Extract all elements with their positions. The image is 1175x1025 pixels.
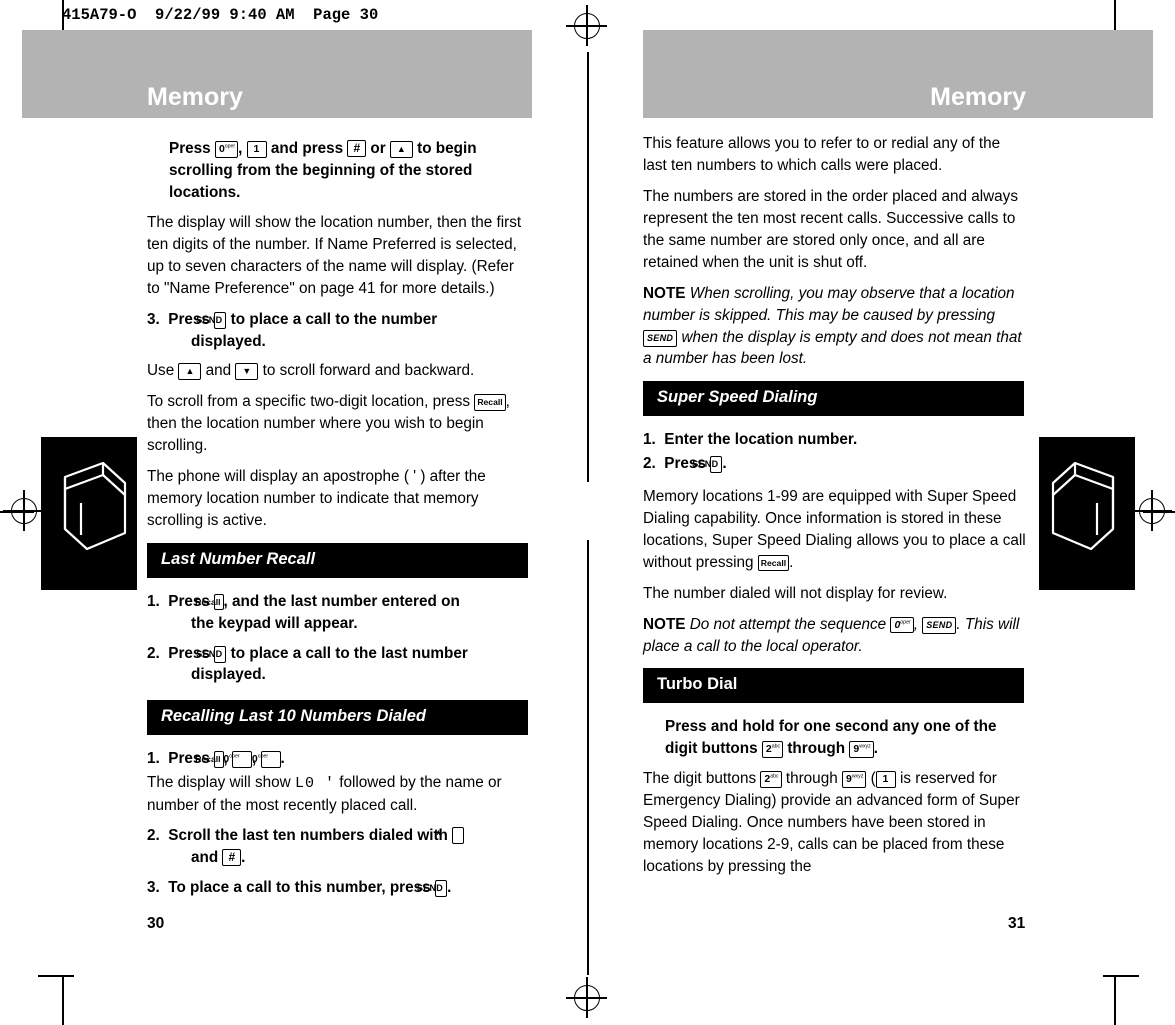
left-page-banner: Memory bbox=[22, 30, 532, 118]
key-down-arrow[interactable]: ▼ bbox=[235, 363, 259, 381]
key-send[interactable]: SEND bbox=[196, 311, 227, 329]
key-send[interactable]: SEND bbox=[922, 616, 957, 634]
right-page-title: Memory bbox=[930, 83, 1026, 111]
paragraph-scroll-specific-location: To scroll from a specific two-digit loca… bbox=[147, 393, 510, 455]
step-1-label: Enter the location number. bbox=[664, 431, 858, 449]
registration-mark-bottom bbox=[566, 977, 607, 1018]
paragraph-scroll-forward-backward: Use ▲ and ▼ to scroll forward and backwa… bbox=[147, 362, 475, 381]
section-recalling-last-10: Recalling Last 10 Numbers Dialed bbox=[147, 700, 528, 736]
section-turbo-dial: Turbo Dial bbox=[643, 668, 1024, 704]
note-label: NOTE bbox=[643, 615, 686, 633]
key-send[interactable]: SEND bbox=[643, 329, 678, 347]
crop-mark-left-bottom-horizontal bbox=[38, 975, 74, 977]
key-send[interactable]: SEND bbox=[417, 880, 448, 898]
note-scrolling-skipped: NOTE When scrolling, you may observe tha… bbox=[643, 283, 1027, 371]
registration-mark-right bbox=[1131, 490, 1172, 531]
key-up-arrow[interactable]: ▲ bbox=[389, 141, 413, 158]
step-1-recall-last-10: 1. Press Recall, 0oper, 0oper. bbox=[147, 750, 285, 768]
step-3-place-call-this-number: 3. To place a call to this number, press… bbox=[147, 879, 452, 898]
paragraph-apostrophe-indicator: The phone will display an apostrophe ( '… bbox=[147, 468, 486, 530]
folder-icon bbox=[63, 461, 127, 551]
key-recall[interactable]: Recall bbox=[757, 554, 790, 572]
paragraph-turbo-dial-detail: The digit buttons 2abc through 9wxyz (1 … bbox=[643, 770, 1020, 875]
key-star[interactable]: * bbox=[436, 827, 465, 845]
left-page-number: 30 bbox=[147, 915, 165, 932]
step-2-press-send: 2. Press SEND. bbox=[643, 454, 727, 473]
left-page-body: Press 0oper, 1 and press # or ▲ to begin… bbox=[147, 138, 531, 907]
key-1[interactable]: 1 bbox=[246, 141, 267, 158]
paragraph-memory-locations: Memory locations 1-99 are equipped with … bbox=[643, 487, 1026, 572]
key-recall[interactable]: Recall bbox=[474, 394, 506, 411]
left-tab-thumb bbox=[41, 437, 137, 590]
right-page-banner: Memory bbox=[643, 30, 1153, 118]
key-0[interactable]: 0oper bbox=[890, 616, 914, 634]
lcd-last-dialed: L0 ' bbox=[294, 775, 335, 793]
key-recall[interactable]: Recall bbox=[195, 593, 224, 611]
note-text: Do not attempt the sequence 0oper, SEND.… bbox=[643, 615, 1020, 655]
paragraph-feature-redial: This feature allows you to refer to or r… bbox=[643, 135, 1001, 174]
registration-mark-left bbox=[3, 490, 44, 531]
step-2-last-number-recall: 2. Press SEND to place a call to the las… bbox=[147, 644, 468, 684]
key-0[interactable]: 0oper bbox=[214, 141, 239, 158]
key-9[interactable]: 9wxyz bbox=[849, 741, 874, 758]
right-tab-thumb bbox=[1039, 437, 1135, 590]
right-page-number: 31 bbox=[1008, 915, 1026, 932]
folder-icon bbox=[1051, 461, 1115, 551]
crop-mark-right-bottom-horizontal bbox=[1103, 975, 1139, 977]
key-send[interactable]: SEND bbox=[196, 645, 227, 663]
key-recall[interactable]: Recall bbox=[195, 751, 224, 768]
crop-mark-bottom-left-vertical bbox=[62, 975, 64, 1025]
right-page-body: This feature allows you to refer to or r… bbox=[643, 133, 1027, 887]
note-text: When scrolling, you may observe that a l… bbox=[643, 284, 1022, 368]
crop-mark-bottom-right-vertical bbox=[1114, 975, 1116, 1025]
note-operator-sequence: NOTE Do not attempt the sequence 0oper, … bbox=[643, 614, 1027, 658]
key-hash[interactable]: # bbox=[347, 140, 367, 157]
paragraph-no-display-review: The number dialed will not display for r… bbox=[643, 584, 948, 602]
print-slug: 415A79-O 9/22/99 9:40 AM Page 30 bbox=[62, 6, 379, 24]
key-up-arrow[interactable]: ▲ bbox=[178, 363, 202, 381]
paragraph-display-last-dialed: The display will show L0 ' followed by t… bbox=[147, 774, 502, 814]
left-page-title: Memory bbox=[147, 83, 243, 111]
step-1-enter-location: 1. Enter the location number. bbox=[643, 431, 858, 449]
key-1[interactable]: 1 bbox=[875, 771, 896, 788]
step-3-place-call: 3. Press SEND to place a call to the num… bbox=[147, 310, 438, 350]
key-2[interactable]: 2abc bbox=[761, 741, 784, 758]
note-label: NOTE bbox=[643, 284, 686, 302]
step-2-scroll-last-ten: 2. Scroll the last ten numbers dialed wi… bbox=[147, 825, 531, 869]
key-0[interactable]: 0oper bbox=[252, 751, 281, 768]
center-fold-line bbox=[587, 52, 589, 482]
center-fold-line-lower bbox=[587, 540, 589, 975]
key-0[interactable]: 0oper bbox=[223, 751, 253, 768]
instruction-press-and-hold: Press and hold for one second any one of… bbox=[665, 718, 997, 758]
key-hash[interactable]: # bbox=[222, 849, 242, 867]
section-super-speed-dialing: Super Speed Dialing bbox=[643, 381, 1024, 417]
step-1-last-number-recall: 1. Press Recall, and the last number ent… bbox=[147, 592, 460, 632]
instruction-scroll-from-beginning: Press 0oper, 1 and press # or ▲ to begin… bbox=[169, 140, 477, 201]
registration-mark-top bbox=[566, 5, 607, 46]
key-9[interactable]: 9wxyz bbox=[841, 771, 867, 788]
key-2[interactable]: 2abc bbox=[760, 771, 782, 788]
paragraph-display-location: The display will show the location numbe… bbox=[147, 213, 522, 297]
key-send[interactable]: SEND bbox=[692, 455, 723, 473]
paragraph-numbers-stored-order: The numbers are stored in the order plac… bbox=[643, 187, 1018, 271]
section-last-number-recall: Last Number Recall bbox=[147, 543, 528, 578]
